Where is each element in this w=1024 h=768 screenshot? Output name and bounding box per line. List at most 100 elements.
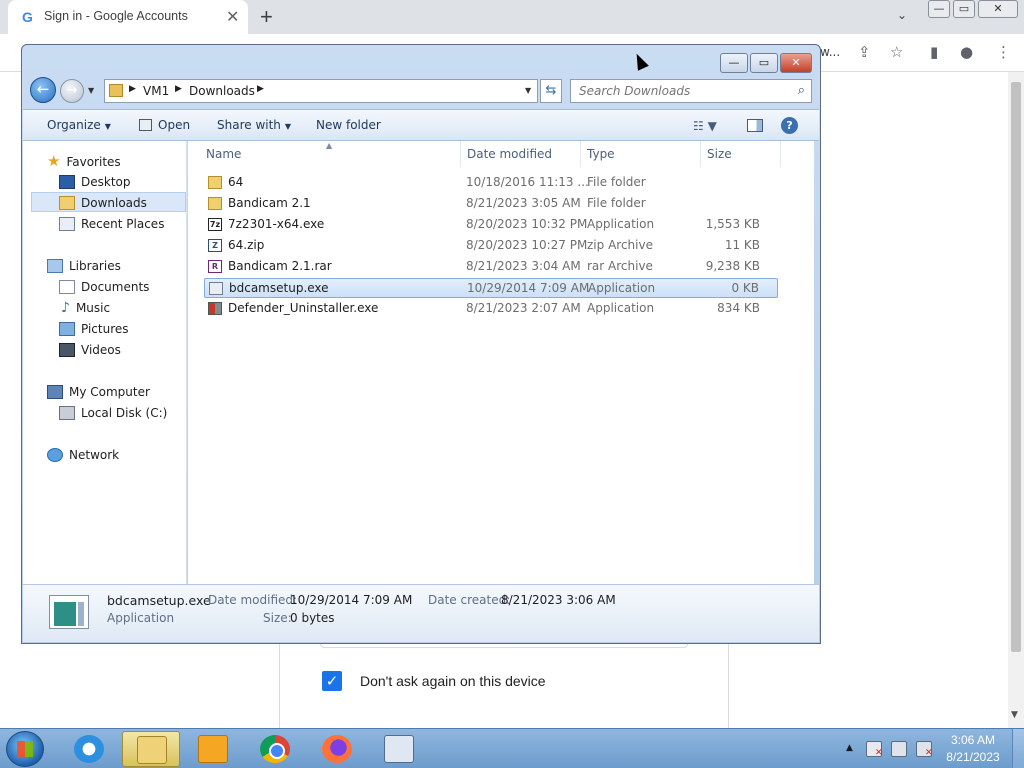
column-divider[interactable] <box>460 141 461 167</box>
minimize-button[interactable]: — <box>720 53 748 73</box>
browser-tab[interactable]: G Sign in - Google Accounts ✕ <box>8 0 248 34</box>
share-with-menu[interactable]: Share with ▼ <box>217 118 291 132</box>
show-desktop-button[interactable] <box>1012 729 1024 768</box>
nav-local-disk[interactable]: Local Disk (C:) <box>59 403 167 423</box>
scroll-down-icon[interactable]: ▼ <box>1011 710 1018 720</box>
profile-avatar-icon[interactable]: ● <box>960 43 973 61</box>
nav-favorites[interactable]: ★ Favorites <box>47 151 121 171</box>
back-button[interactable]: ← <box>30 77 56 103</box>
new-tab-button[interactable]: + <box>260 4 273 30</box>
column-header-date[interactable]: Date modified <box>467 147 552 161</box>
dont-ask-checkbox[interactable]: ✓ <box>322 671 342 691</box>
file-date: 8/21/2023 3:04 AM <box>466 259 581 273</box>
recent-pages-dropdown-icon[interactable]: ▼ <box>88 86 94 95</box>
nav-network[interactable]: Network <box>47 445 119 465</box>
breadcrumb-downloads[interactable]: Downloads <box>189 84 255 98</box>
forward-button[interactable]: → <box>60 79 84 103</box>
change-view-icon[interactable]: ☷ ▼ <box>693 119 717 133</box>
details-size-label: Size: <box>263 611 292 625</box>
organize-menu[interactable]: Organize ▼ <box>47 118 111 132</box>
hard-disk-icon <box>59 406 75 420</box>
application-icon <box>209 282 223 295</box>
nav-libraries[interactable]: Libraries <box>47 256 121 276</box>
file-row[interactable]: 64 10/18/2016 11:13 ... File folder <box>204 173 778 193</box>
taskbar-internet-explorer[interactable] <box>60 731 118 767</box>
breadcrumb-separator-icon[interactable]: ▶ <box>129 84 136 94</box>
nav-recent-places[interactable]: Recent Places <box>59 214 164 234</box>
taskbar-firefox[interactable] <box>308 731 366 767</box>
start-button[interactable] <box>6 731 44 767</box>
preview-pane-icon[interactable] <box>747 119 763 132</box>
file-row[interactable]: R Bandicam 2.1.rar 8/21/2023 3:04 AM rar… <box>204 257 778 277</box>
breadcrumb-vm1[interactable]: VM1 <box>143 84 169 98</box>
nav-videos[interactable]: Videos <box>59 340 121 360</box>
breadcrumb-separator-icon[interactable]: ▶ <box>175 84 182 94</box>
open-button[interactable]: Open <box>139 118 190 132</box>
column-divider[interactable] <box>780 141 781 167</box>
nav-my-computer[interactable]: My Computer <box>47 382 150 402</box>
side-panel-icon[interactable]: ▮ <box>930 43 938 61</box>
nav-music[interactable]: ♪ Music <box>61 298 110 318</box>
taskbar-remote-desktop[interactable] <box>370 731 428 767</box>
share-icon[interactable]: ⇪ <box>858 43 871 61</box>
clock-date[interactable]: 8/21/2023 <box>938 750 1008 764</box>
nav-desktop[interactable]: Desktop <box>59 172 131 192</box>
nav-label: Desktop <box>81 175 131 189</box>
folder-icon <box>208 176 222 189</box>
network-status-icon[interactable] <box>891 741 907 757</box>
file-row[interactable]: Z 64.zip 8/20/2023 10:27 PM zip Archive … <box>204 236 778 256</box>
file-size: 834 KB <box>717 301 760 315</box>
windows-logo-icon <box>17 741 33 757</box>
recent-places-icon <box>59 217 75 231</box>
taskbar-chrome[interactable] <box>246 731 304 767</box>
new-folder-button[interactable]: New folder <box>316 118 381 132</box>
star-icon: ★ <box>47 152 61 170</box>
address-bar[interactable]: ▶ VM1 ▶ Downloads ▶ ▼ <box>104 79 538 103</box>
file-row[interactable]: Bandicam 2.1 8/21/2023 3:05 AM File fold… <box>204 194 778 214</box>
file-row[interactable]: Defender_Uninstaller.exe 8/21/2023 2:07 … <box>204 299 778 319</box>
nav-downloads[interactable]: Downloads <box>31 192 186 212</box>
tab-title: Sign in - Google Accounts <box>44 9 188 23</box>
search-icon[interactable]: ⌕ <box>798 83 805 98</box>
maximize-button[interactable]: ▭ <box>750 53 778 73</box>
column-header-type[interactable]: Type <box>587 147 615 161</box>
bookmark-star-icon[interactable]: ☆ <box>890 43 903 61</box>
volume-muted-icon[interactable]: ✕ <box>916 741 933 758</box>
browser-scrollbar[interactable]: ▼ <box>1008 72 1024 728</box>
column-divider[interactable] <box>700 141 701 167</box>
file-type: Application <box>587 301 655 315</box>
details-file-name: bdcamsetup.exe <box>107 593 211 608</box>
column-divider[interactable] <box>580 141 581 167</box>
details-date-modified: 10/29/2014 7:09 AM <box>290 593 413 607</box>
clock-time[interactable]: 3:06 AM <box>938 733 1008 747</box>
nav-pictures[interactable]: Pictures <box>59 319 129 339</box>
action-center-flag-icon[interactable]: ✕ <box>866 741 883 758</box>
nav-documents[interactable]: Documents <box>59 277 149 297</box>
search-input[interactable] <box>571 80 781 102</box>
file-row-selected[interactable]: bdcamsetup.exe 10/29/2014 7:09 AM Applic… <box>204 278 778 298</box>
browser-close-button[interactable]: ✕ <box>978 0 1018 18</box>
folder-icon <box>109 84 123 97</box>
file-type: Application <box>587 217 655 231</box>
close-button[interactable]: ✕ <box>780 53 812 73</box>
help-icon[interactable]: ? <box>781 117 798 134</box>
search-box[interactable]: ⌕ <box>570 79 812 103</box>
column-header-name[interactable]: Name <box>206 147 241 161</box>
breadcrumb-separator-icon[interactable]: ▶ <box>257 84 264 94</box>
refresh-button[interactable]: ⇆ <box>540 79 562 103</box>
browser-menu-icon[interactable]: ⋮ <box>996 43 1011 61</box>
tab-close-icon[interactable]: ✕ <box>226 7 239 26</box>
tab-search-icon[interactable]: ⌄ <box>897 8 907 22</box>
browser-restore-button[interactable]: ▭ <box>953 0 975 18</box>
column-header-size[interactable]: Size <box>707 147 732 161</box>
file-row[interactable]: 7z 7z2301-x64.exe 8/20/2023 10:32 PM App… <box>204 215 778 235</box>
address-dropdown-icon[interactable]: ▼ <box>525 86 531 95</box>
browser-minimize-button[interactable]: — <box>928 0 950 18</box>
taskbar-media-player[interactable] <box>184 731 242 767</box>
browser-scrollbar-thumb[interactable] <box>1011 82 1021 652</box>
file-type: File folder <box>587 196 646 210</box>
taskbar-file-explorer[interactable] <box>122 731 180 767</box>
7zip-installer-icon: 7z <box>208 218 222 231</box>
show-hidden-icons-icon[interactable]: ▲ <box>846 743 853 753</box>
firefox-icon <box>322 735 352 763</box>
